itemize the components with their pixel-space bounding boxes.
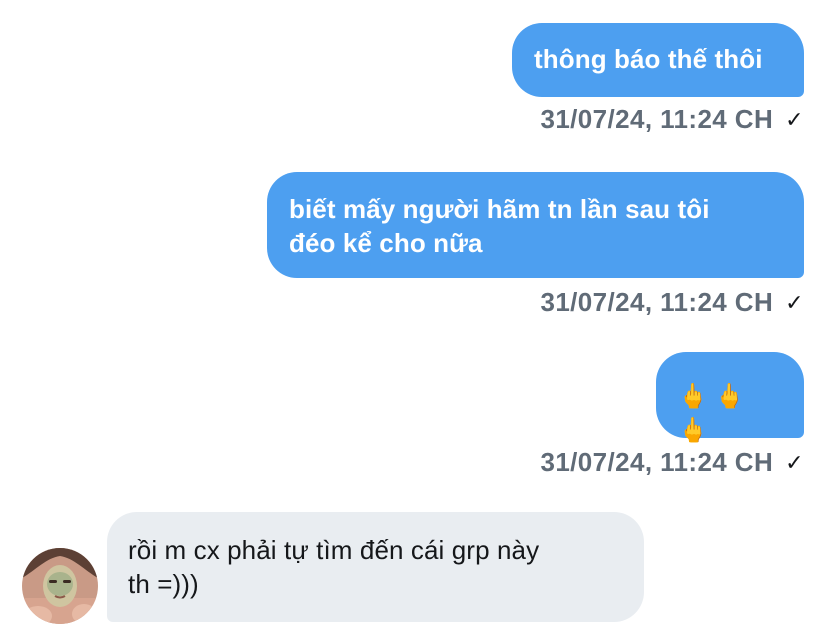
received-message-bubble[interactable]: rồi m cx phải tự tìm đến cái grp này th … (107, 512, 644, 622)
chat-thread: thông báo thế thôi 31/07/24, 11:24 CH ✓ … (0, 0, 828, 626)
message-timestamp: 31/07/24, 11:24 CH (540, 447, 774, 477)
message-meta: 31/07/24, 11:24 CH ✓ (540, 287, 804, 318)
avatar-image (22, 548, 98, 624)
sent-message-bubble[interactable]: biết mấy người hãm tn lần sau tôi đéo kể… (267, 172, 804, 278)
sent-message-bubble[interactable]: thông báo thế thôi (512, 23, 804, 97)
message-text: 🖕🖕🖕 (678, 383, 752, 444)
message-meta: 31/07/24, 11:24 CH ✓ (540, 104, 804, 135)
check-icon: ✓ (785, 449, 804, 475)
avatar[interactable] (22, 548, 98, 624)
message-timestamp: 31/07/24, 11:24 CH (540, 104, 774, 134)
message-text: biết mấy người hãm tn lần sau tôi đéo kể… (289, 194, 710, 258)
message-text: thông báo thế thôi (534, 44, 763, 74)
message-timestamp: 31/07/24, 11:24 CH (540, 287, 774, 317)
check-icon: ✓ (785, 289, 804, 315)
message-meta: 31/07/24, 11:24 CH ✓ (540, 447, 804, 478)
sent-message-bubble[interactable]: 🖕🖕🖕 (656, 352, 804, 444)
check-icon: ✓ (785, 106, 804, 132)
message-text: rồi m cx phải tự tìm đến cái grp này th … (128, 535, 540, 599)
